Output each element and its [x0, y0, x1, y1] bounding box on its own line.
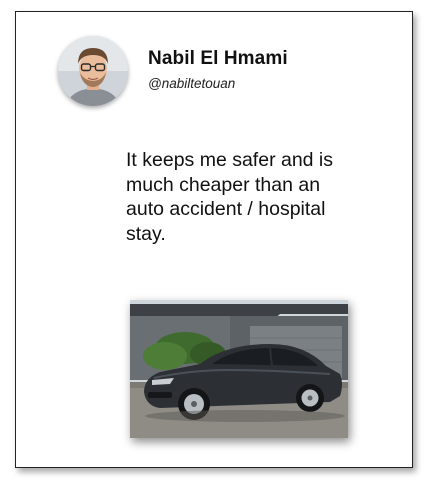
avatar-image: [58, 36, 128, 106]
author-avatar[interactable]: [58, 36, 128, 106]
author-name[interactable]: Nabil El Hmami: [148, 48, 288, 70]
car-photo-image: [130, 300, 348, 438]
attached-photo[interactable]: [130, 300, 348, 438]
post-card: Nabil El Hmami @nabiltetouan It keeps me…: [15, 11, 413, 468]
post-message: It keeps me safer and is much cheaper th…: [126, 149, 334, 245]
author-handle[interactable]: @nabiltetouan: [148, 76, 235, 91]
